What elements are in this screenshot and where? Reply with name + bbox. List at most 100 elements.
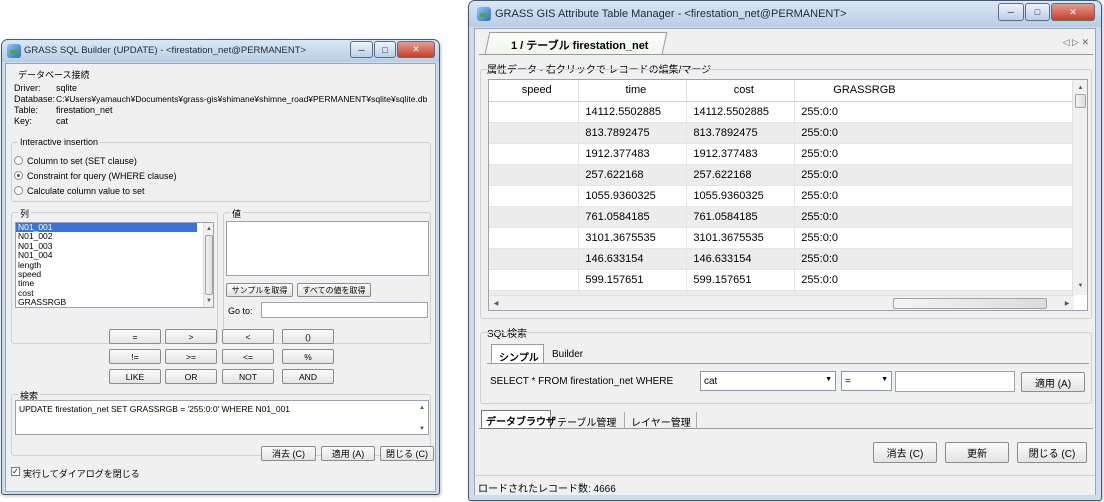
maximize-button[interactable]: □	[1025, 3, 1050, 21]
get-sample-button[interactable]: サンプルを取得	[226, 283, 293, 297]
operator-button[interactable]: OR	[165, 369, 217, 384]
builder-tab[interactable]: Builder	[552, 349, 583, 360]
operator-button[interactable]: =	[109, 329, 161, 344]
minimize-button[interactable]: ─	[998, 3, 1024, 21]
operator-button[interactable]: %	[282, 349, 334, 364]
table-cell[interactable]	[489, 269, 580, 291]
radio-calc-value[interactable]	[14, 186, 23, 195]
column-header[interactable]: speed	[489, 80, 580, 102]
table-cell[interactable]: 3101.3675535	[686, 227, 796, 249]
table-cell[interactable]	[489, 185, 580, 207]
table-row[interactable]: 761.0584185 761.0584185 255:0:0	[489, 206, 1073, 228]
table-cell[interactable]: 599.157651	[686, 269, 796, 291]
minimize-button[interactable]: ─	[350, 41, 373, 58]
operator-button[interactable]: <	[222, 329, 274, 344]
grid-vertical-scrollbar[interactable]: ▲ ▼	[1072, 80, 1087, 295]
operator-button[interactable]: AND	[282, 369, 334, 384]
table-cell[interactable]: 255:0:0	[794, 101, 1073, 123]
close-after-checkbox[interactable]: ✓	[11, 467, 20, 476]
attribute-grid[interactable]: speed time cost GRASSRGB 14112.5502885 14112…	[488, 79, 1088, 311]
column-header[interactable]: cost	[686, 80, 796, 102]
table-cell[interactable]: 813.7892475	[686, 122, 796, 144]
operator-button[interactable]: !=	[109, 349, 161, 364]
table-cell[interactable]	[489, 227, 580, 249]
where-value-input[interactable]	[895, 371, 1015, 392]
close-window-button[interactable]: ✕	[397, 41, 435, 58]
sql-builder-titlebar[interactable]: GRASS SQL Builder (UPDATE) - <firestatio…	[2, 40, 439, 62]
table-row[interactable]: 257.622168 257.622168 255:0:0	[489, 164, 1073, 186]
columns-scrollbar[interactable]: ▲ ▼	[203, 223, 213, 307]
columns-scroll-thumb[interactable]	[205, 235, 213, 295]
goto-input[interactable]	[261, 302, 428, 318]
table-cell[interactable]	[489, 248, 580, 270]
apply-button[interactable]: 適用 (A)	[321, 446, 375, 461]
operator-button[interactable]: >	[165, 329, 217, 344]
operator-button[interactable]: ()	[282, 329, 334, 344]
attribute-table[interactable]: speed time cost GRASSRGB 14112.5502885 14112…	[489, 80, 1073, 310]
operator-combo[interactable]: = ▼	[841, 371, 892, 391]
table-cell[interactable]: 257.622168	[578, 164, 688, 186]
grid-vscroll-thumb[interactable]	[1075, 94, 1086, 108]
get-all-values-button[interactable]: すべての値を取得	[297, 283, 371, 297]
radio-where-clause[interactable]	[14, 171, 23, 180]
table-cell[interactable]: 255:0:0	[794, 143, 1073, 165]
column-list-item[interactable]: N01_004	[16, 250, 197, 260]
scroll-down-arrow-icon[interactable]: ▼	[205, 297, 213, 305]
column-list-item[interactable]: GRASSRGB	[16, 297, 197, 307]
table-row[interactable]: 813.7892475 813.7892475 255:0:0	[489, 122, 1073, 144]
clear-button[interactable]: 消去 (C)	[261, 446, 316, 461]
column-header[interactable]: GRASSRGB	[794, 80, 1073, 102]
table-cell[interactable]	[489, 101, 580, 123]
table-cell[interactable]: 1912.377483	[578, 143, 688, 165]
table-cell[interactable]: 255:0:0	[794, 164, 1073, 186]
bottom-tab[interactable]: データブラウザ	[481, 410, 556, 429]
table-cell[interactable]: 255:0:0	[794, 227, 1073, 249]
grid-scroll-right-icon[interactable]: ▶	[1063, 300, 1071, 308]
scroll-up-arrow-icon[interactable]: ▲	[205, 225, 213, 233]
table-cell[interactable]: 255:0:0	[794, 248, 1073, 270]
tab-nav-icons[interactable]: ◁ ▷ ✕	[1063, 37, 1089, 48]
operator-button[interactable]: >=	[165, 349, 217, 364]
table-cell[interactable]	[489, 122, 580, 144]
close-window-button[interactable]: ✕	[1051, 3, 1095, 21]
grid-scroll-down-icon[interactable]: ▼	[1076, 282, 1085, 290]
table-cell[interactable]: 761.0584185	[686, 206, 796, 228]
manager-refresh-button[interactable]: 更新	[945, 442, 1009, 463]
table-cell[interactable]: 1912.377483	[686, 143, 796, 165]
table-cell[interactable]: 14112.5502885	[578, 101, 688, 123]
table-cell[interactable]	[489, 143, 580, 165]
table-cell[interactable]: 255:0:0	[794, 269, 1073, 291]
query-scroll-down-icon[interactable]: ▼	[418, 425, 426, 433]
column-list-item[interactable]: time	[16, 279, 197, 289]
table-cell[interactable]: 599.157651	[578, 269, 688, 291]
table-cell[interactable]: 1055.9360325	[686, 185, 796, 207]
table-cell[interactable]	[489, 206, 580, 228]
operator-button[interactable]: <=	[222, 349, 274, 364]
table-row[interactable]: 1055.9360325 1055.9360325 255:0:0	[489, 185, 1073, 207]
grid-scroll-up-icon[interactable]: ▲	[1076, 84, 1085, 92]
operator-button[interactable]: NOT	[222, 369, 274, 384]
table-row[interactable]: 3101.3675535 3101.3675535 255:0:0	[489, 227, 1073, 249]
table-cell[interactable]: 813.7892475	[578, 122, 688, 144]
close-button[interactable]: 閉じる (C)	[380, 446, 434, 461]
table-cell[interactable]: 14112.5502885	[686, 101, 796, 123]
table-row[interactable]: 599.157651 599.157651 255:0:0	[489, 269, 1073, 291]
radio-set-clause[interactable]	[14, 156, 23, 165]
column-list-item[interactable]: speed	[16, 269, 197, 279]
grid-horizontal-scrollbar[interactable]: ◀ ▶	[489, 295, 1074, 310]
manager-close-button[interactable]: 閉じる (C)	[1017, 442, 1087, 463]
table-cell[interactable]: 255:0:0	[794, 185, 1073, 207]
bottom-tab[interactable]: テーブル管理	[553, 412, 625, 429]
attribute-manager-titlebar[interactable]: GRASS GIS Attribute Table Manager - <fir…	[469, 1, 1101, 27]
table-cell[interactable]: 255:0:0	[794, 122, 1073, 144]
grid-hscroll-thumb[interactable]	[893, 298, 1047, 309]
maximize-button[interactable]: □	[374, 41, 396, 58]
operator-button[interactable]: LIKE	[109, 369, 161, 384]
table-cell[interactable]: 255:0:0	[794, 206, 1073, 228]
table-row[interactable]: 14112.5502885 14112.5502885 255:0:0	[489, 101, 1073, 123]
sql-apply-button[interactable]: 適用 (A)	[1021, 372, 1085, 392]
manager-clear-button[interactable]: 消去 (C)	[873, 442, 937, 463]
table-cell[interactable]: 146.633154	[578, 248, 688, 270]
table-cell[interactable]: 1055.9360325	[578, 185, 688, 207]
grid-scroll-left-icon[interactable]: ◀	[492, 300, 500, 308]
